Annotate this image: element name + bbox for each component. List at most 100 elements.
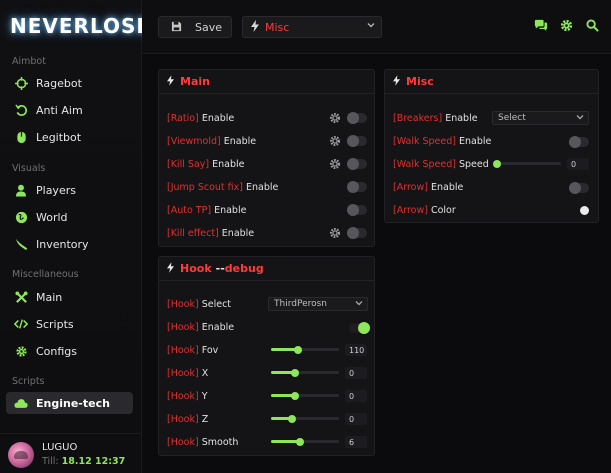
sidebar-item-engine-tech[interactable]: Engine-tech: [6, 392, 133, 414]
top-bar: Save Misc: [142, 0, 611, 54]
gear-icon[interactable]: [329, 135, 341, 147]
arrow-color-picker[interactable]: [580, 206, 589, 215]
row-tag: [Kill effect]: [167, 227, 219, 239]
slider-thumb[interactable]: [288, 414, 297, 423]
slider-thumb[interactable]: [290, 391, 299, 400]
sidebar-item-legitbot[interactable]: Legitbot: [6, 126, 133, 148]
sidebar-item-inventory[interactable]: Inventory: [6, 233, 133, 255]
chat-icon[interactable]: [534, 19, 548, 33]
hook-slider[interactable]: [271, 368, 339, 377]
slider-thumb[interactable]: [493, 159, 501, 168]
hook-select[interactable]: ThirdPerosn: [268, 297, 368, 311]
sidebar-item-label: Players: [36, 183, 76, 197]
hook-slider-value[interactable]: 0: [345, 413, 367, 425]
hook-slider-value[interactable]: 0: [345, 367, 367, 379]
arrow-toggle[interactable]: [569, 182, 589, 194]
sidebar-item-ragebot[interactable]: Ragebot: [6, 72, 133, 94]
toggle-switch[interactable]: [347, 181, 367, 193]
section-title-aimbot: Aimbot: [12, 56, 46, 67]
sidebar: NEVERLOSE Aimbot Ragebot Anti Aim Legitb…: [0, 0, 150, 473]
search-icon[interactable]: [586, 19, 600, 33]
panel-hook: Hook -- debug [Hook] Select ThirdPerosn …: [158, 256, 375, 456]
sidebar-item-label: Scripts: [36, 317, 74, 331]
chevron-down-icon: [355, 299, 363, 309]
panel-title: Misc: [406, 75, 434, 88]
avatar[interactable]: [8, 442, 34, 468]
user-profile: LUGUO Till: 18.12 12:37: [0, 433, 142, 473]
chevron-down-icon: [576, 113, 584, 123]
sidebar-item-label: Configs: [36, 344, 78, 358]
panel-misc-header: Misc: [385, 70, 598, 94]
toggle-knob: [347, 204, 359, 216]
hook-slider[interactable]: [271, 345, 339, 354]
breakers-select[interactable]: Select: [492, 111, 589, 125]
toggle-switch[interactable]: [347, 112, 367, 124]
row-tag: [Auto TP]: [167, 204, 212, 216]
toggle-knob: [347, 158, 359, 170]
hook-slider-value[interactable]: 6: [345, 436, 367, 448]
sidebar-item-main[interactable]: Main: [6, 286, 133, 308]
row-label: Enable: [223, 135, 257, 147]
toggle-switch[interactable]: [347, 135, 367, 147]
walk-speed-slider[interactable]: [493, 159, 561, 168]
sidebar-item-configs[interactable]: Configs: [6, 340, 133, 362]
panel-main: Main [Ratio] Enable [Viewmold] Enable [Kil…: [158, 69, 375, 247]
toggle-knob: [347, 112, 359, 124]
row-tag: [Walk Speed]: [393, 158, 456, 170]
misc-arrow-enable-row: [Arrow] Enable: [393, 179, 590, 195]
gear-icon[interactable]: [329, 158, 341, 170]
slider-thumb[interactable]: [294, 345, 303, 354]
sidebar-item-anti-aim[interactable]: Anti Aim: [6, 99, 133, 121]
knife-icon: [14, 237, 28, 251]
panel-title: Hook: [180, 262, 212, 275]
gear-icon[interactable]: [329, 227, 341, 239]
toggle-knob: [347, 135, 359, 147]
sidebar-item-scripts[interactable]: Scripts: [6, 313, 133, 335]
section-title-miscellaneous: Miscellaneous: [12, 269, 79, 280]
slider-thumb[interactable]: [290, 368, 299, 377]
sidebar-item-players[interactable]: Players: [6, 179, 133, 201]
panel-title-separator: --: [215, 262, 225, 275]
row-label: Enable: [445, 112, 478, 124]
row-label: X: [201, 367, 209, 379]
gear-icon[interactable]: [329, 112, 341, 124]
globe-icon: [14, 210, 28, 224]
breakers-select-value: Select: [498, 113, 526, 123]
gear-icon: [14, 344, 28, 358]
category-select[interactable]: Misc: [242, 16, 382, 38]
toggle-knob: [347, 181, 359, 193]
row-tag: [Kill Say]: [167, 158, 210, 170]
hook-slider-value[interactable]: 0: [345, 390, 367, 402]
hook-slider[interactable]: [271, 437, 339, 446]
bolt-icon: [251, 19, 259, 35]
hook-enable-toggle[interactable]: [349, 322, 370, 334]
hook-slider[interactable]: [271, 414, 339, 423]
row-label: Enable: [201, 321, 235, 333]
hook-slider-value[interactable]: 110: [345, 344, 367, 356]
row-label: Enable: [246, 181, 279, 193]
toggle-switch[interactable]: [347, 227, 367, 239]
walk-speed-value[interactable]: 0: [567, 158, 589, 170]
main-row: [Jump Scout fix] Enable: [167, 179, 366, 195]
settings-gear-icon[interactable]: [560, 19, 574, 33]
row-label: Smooth: [201, 436, 239, 448]
row-tag: [Ratio]: [167, 112, 199, 124]
hook-slider[interactable]: [271, 391, 339, 400]
sidebar-item-label: Ragebot: [36, 76, 82, 90]
save-button[interactable]: Save: [158, 16, 232, 38]
crosshair-icon: [14, 76, 28, 90]
bolt-icon: [167, 74, 174, 89]
walk-speed-toggle[interactable]: [569, 136, 589, 148]
slider-thumb[interactable]: [296, 437, 305, 446]
row-tag: [Hook]: [167, 367, 199, 379]
chevron-down-icon: [367, 21, 375, 32]
panel-main-header: Main: [159, 70, 374, 94]
row-label: Z: [201, 413, 209, 425]
toggle-switch[interactable]: [347, 158, 367, 170]
till-date: 18.12 12:37: [61, 456, 126, 467]
panel-hook-header: Hook -- debug: [159, 257, 374, 281]
sidebar-item-world[interactable]: World: [6, 206, 133, 228]
user-icon: [14, 183, 28, 197]
toggle-switch[interactable]: [347, 204, 367, 216]
tools-icon: [14, 290, 28, 304]
